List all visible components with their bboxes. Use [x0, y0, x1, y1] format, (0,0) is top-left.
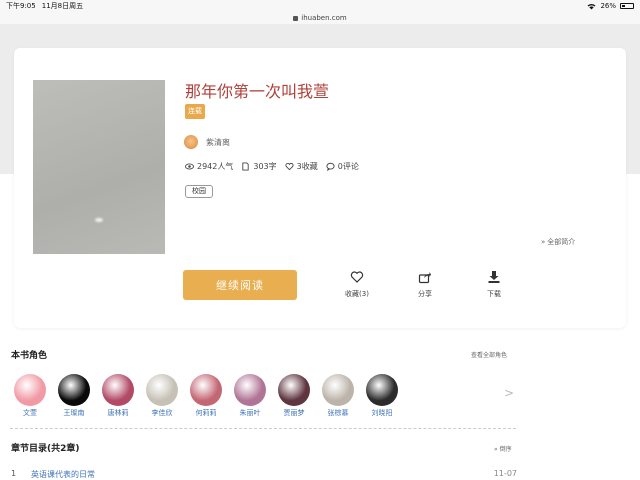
author-name[interactable]: 紫清离: [206, 137, 230, 148]
role-item[interactable]: 文萱: [14, 374, 46, 418]
role-avatar[interactable]: [102, 374, 134, 406]
roles-next-arrow[interactable]: >: [504, 386, 514, 400]
role-item[interactable]: 张棕慕: [322, 374, 354, 418]
battery-percent: 26%: [600, 2, 616, 10]
book-cover[interactable]: [33, 80, 165, 254]
download-icon: [488, 271, 500, 283]
roles-list: 文萱 王璨南 唐林莉 李佳欣 何莉莉 朱丽叶 贾丽梦 张棕慕 刘晓阳: [14, 374, 398, 418]
book-card: 那年你第一次叫我萱 连载 紫清离 2942人气 303字 3收藏 0评论 校园 …: [14, 48, 626, 328]
chapter-name[interactable]: 英语课代表的日常: [31, 469, 494, 480]
url-domain: ihuaben.com: [301, 14, 347, 22]
book-title: 那年你第一次叫我萱: [185, 82, 330, 101]
expand-intro-link[interactable]: » 全部简介: [541, 237, 575, 247]
sort-order-toggle[interactable]: » 倒序: [494, 444, 512, 453]
words-stat: 303字: [241, 161, 277, 172]
role-avatar[interactable]: [14, 374, 46, 406]
role-item[interactable]: 唐林莉: [102, 374, 134, 418]
favorite-button[interactable]: 收藏(3): [332, 270, 382, 299]
favorites-stat: 3收藏: [285, 161, 318, 172]
status-badge: 连载: [185, 104, 205, 119]
comments-stat: 0评论: [326, 161, 359, 172]
role-item[interactable]: 何莉莉: [190, 374, 222, 418]
role-item[interactable]: 王璨南: [58, 374, 90, 418]
roles-section-title: 本书角色: [11, 351, 48, 361]
heart-icon: [350, 271, 364, 283]
role-avatar[interactable]: [58, 374, 90, 406]
download-button[interactable]: 下载: [469, 270, 519, 299]
role-avatar[interactable]: [234, 374, 266, 406]
role-item[interactable]: 刘晓阳: [366, 374, 398, 418]
book-stats: 2942人气 303字 3收藏 0评论: [185, 161, 359, 172]
role-avatar[interactable]: [322, 374, 354, 406]
role-avatar[interactable]: [146, 374, 178, 406]
chapter-row[interactable]: 1 英语课代表的日常 11-07: [11, 469, 517, 480]
comment-icon: [326, 162, 335, 171]
role-avatar[interactable]: [366, 374, 398, 406]
share-button[interactable]: 分享: [400, 270, 450, 299]
role-item[interactable]: 朱丽叶: [234, 374, 266, 418]
author-row[interactable]: 紫清离: [184, 135, 230, 149]
chapter-number: 1: [11, 469, 17, 478]
heart-icon: [285, 162, 294, 171]
chevron-down-icon: »: [494, 446, 498, 453]
popularity-stat: 2942人气: [185, 161, 233, 172]
lock-icon: [293, 15, 299, 21]
share-icon: [418, 272, 431, 284]
status-bar: 下午9:05 11月8日周五 26%: [0, 0, 640, 12]
role-item[interactable]: 贾丽梦: [278, 374, 310, 418]
document-icon: [242, 162, 250, 171]
chapter-date: 11-07: [493, 469, 517, 478]
section-divider: [10, 428, 516, 429]
status-time: 下午9:05: [6, 2, 36, 10]
role-avatar[interactable]: [190, 374, 222, 406]
battery-icon: [620, 3, 634, 9]
author-avatar[interactable]: [184, 135, 198, 149]
url-bar[interactable]: ihuaben.com: [0, 12, 640, 24]
view-all-roles-link[interactable]: 查看全部角色: [471, 350, 507, 359]
wifi-icon: [587, 3, 596, 9]
continue-reading-button[interactable]: 继续阅读: [183, 270, 297, 300]
chevron-down-icon: »: [541, 238, 546, 246]
eye-icon: [185, 163, 194, 170]
status-date: 11月8日周五: [41, 2, 84, 10]
role-avatar[interactable]: [278, 374, 310, 406]
chapters-section-title: 章节目录(共2章): [11, 444, 80, 454]
role-item[interactable]: 李佳欣: [146, 374, 178, 418]
genre-tag[interactable]: 校园: [185, 185, 213, 198]
